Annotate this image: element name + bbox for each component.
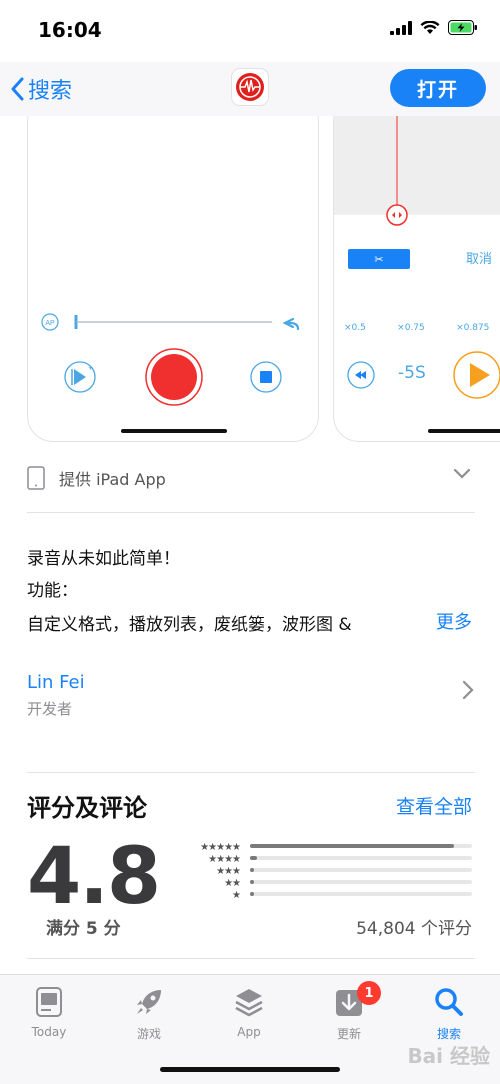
divider bbox=[27, 512, 475, 513]
chevron-right-icon[interactable] bbox=[462, 680, 474, 700]
divider bbox=[27, 772, 475, 773]
chevron-down-icon bbox=[453, 468, 471, 479]
speed-option: ×0.75 bbox=[397, 323, 425, 333]
rocket-icon bbox=[137, 990, 161, 1014]
screenshot-1-content: AP + bbox=[41, 313, 300, 406]
speed-option: ×0.875 bbox=[456, 323, 490, 333]
speed-options: ×0.5 ×0.75 ×0.875 ×1 bbox=[344, 323, 500, 333]
description-line-1: 录音从未如此简单！ bbox=[27, 549, 180, 569]
rating-bar-fill bbox=[250, 880, 255, 884]
svg-text:+: + bbox=[88, 363, 93, 373]
ipad-app-row[interactable]: 提供 iPad App bbox=[27, 460, 477, 496]
tab-today[interactable]: Today bbox=[9, 983, 89, 1039]
rating-bar-3-star bbox=[250, 868, 472, 872]
record-waveform-icon bbox=[236, 73, 264, 101]
rating-bar-2-star bbox=[250, 880, 472, 884]
rating-bar-fill bbox=[250, 844, 455, 848]
battery-charging-icon bbox=[448, 20, 477, 35]
rating-bar-4-star bbox=[250, 856, 472, 860]
status-time: 16:04 bbox=[38, 18, 102, 42]
home-indicator bbox=[121, 429, 227, 433]
today-icon bbox=[36, 987, 62, 1017]
nav-bar: 搜索 打开 bbox=[0, 62, 500, 116]
svg-text:✂: ✂ bbox=[374, 253, 383, 266]
rating-bar-fill bbox=[250, 868, 255, 872]
home-indicator bbox=[160, 1067, 340, 1072]
watermark: Bai 经验 bbox=[407, 1044, 490, 1068]
search-icon bbox=[435, 988, 463, 1016]
star-levels: ★★★★★ ★★★★ ★★★ ★★ ★ bbox=[170, 842, 241, 902]
star-row-3: ★★★ bbox=[216, 866, 241, 877]
update-badge: 1 bbox=[357, 981, 381, 1005]
chevron-left-icon bbox=[11, 77, 24, 101]
ratings-title: 评分及评论 bbox=[27, 794, 147, 822]
status-icons bbox=[390, 20, 478, 35]
tab-label: 游戏 bbox=[136, 1027, 161, 1041]
tab-apps[interactable]: App bbox=[209, 983, 289, 1039]
screenshot-carousel[interactable]: AP + ✂ 取消 ×0.5 ×0.75 ×0.875 -5S bbox=[0, 116, 500, 446]
star-row-2: ★★ bbox=[224, 878, 241, 889]
screenshot-2[interactable]: ✂ 取消 ×0.5 ×0.75 ×0.875 ×1 -5S bbox=[333, 116, 500, 442]
tab-updates[interactable]: 1 更新 bbox=[309, 981, 389, 1042]
wifi-icon bbox=[420, 20, 440, 34]
cancel-label: 取消 bbox=[466, 252, 493, 267]
description-line-3: 自定义格式，播放列表，废纸篓，波形图 & bbox=[27, 615, 352, 635]
open-button[interactable]: 打开 bbox=[390, 69, 486, 107]
divider bbox=[27, 958, 475, 959]
tab-label: 更新 bbox=[336, 1027, 361, 1041]
star-row-4: ★★★★ bbox=[208, 854, 241, 865]
star-row-1: ★ bbox=[232, 890, 241, 901]
play-icon bbox=[453, 351, 500, 399]
ipad-icon bbox=[27, 466, 45, 490]
see-all-link[interactable]: 查看全部 bbox=[396, 792, 472, 819]
app-icon bbox=[231, 68, 269, 106]
rating-out-of: 满分 5 分 bbox=[46, 919, 121, 939]
ap-label: AP bbox=[45, 320, 55, 327]
average-rating: 4.8 bbox=[27, 832, 161, 922]
star-row-5: ★★★★★ bbox=[200, 842, 241, 853]
rating-bar-5-star bbox=[250, 844, 472, 848]
status-bar: 16:04 bbox=[0, 0, 500, 60]
rating-bar-fill bbox=[250, 856, 257, 860]
rewind-icon bbox=[347, 361, 375, 389]
layers-icon bbox=[235, 989, 263, 1017]
more-link[interactable]: 更多 bbox=[430, 608, 472, 634]
tab-label: App bbox=[237, 1025, 261, 1039]
speed-option: ×0.5 bbox=[344, 323, 366, 333]
home-indicator bbox=[428, 429, 500, 433]
tab-search[interactable]: 搜索 bbox=[409, 983, 489, 1042]
ipad-label: 提供 iPad App bbox=[59, 470, 166, 489]
rating-bar-1-star bbox=[250, 892, 472, 896]
skip-label: -5S bbox=[398, 363, 426, 383]
back-label: 搜索 bbox=[28, 79, 73, 104]
back-button[interactable]: 搜索 bbox=[10, 72, 72, 106]
tab-label: Today bbox=[31, 1025, 67, 1039]
rating-distribution bbox=[250, 844, 472, 904]
cellular-signal-icon bbox=[390, 20, 412, 35]
tab-games[interactable]: 游戏 bbox=[109, 983, 189, 1042]
developer-role: 开发者 bbox=[27, 700, 73, 718]
description-line-2: 功能： bbox=[27, 581, 78, 601]
developer-name[interactable]: Lin Fei bbox=[27, 672, 85, 693]
screenshot-1[interactable]: AP + bbox=[27, 116, 319, 442]
rating-count: 54,804 个评分 bbox=[356, 919, 472, 939]
rating-bar-fill bbox=[250, 892, 255, 896]
